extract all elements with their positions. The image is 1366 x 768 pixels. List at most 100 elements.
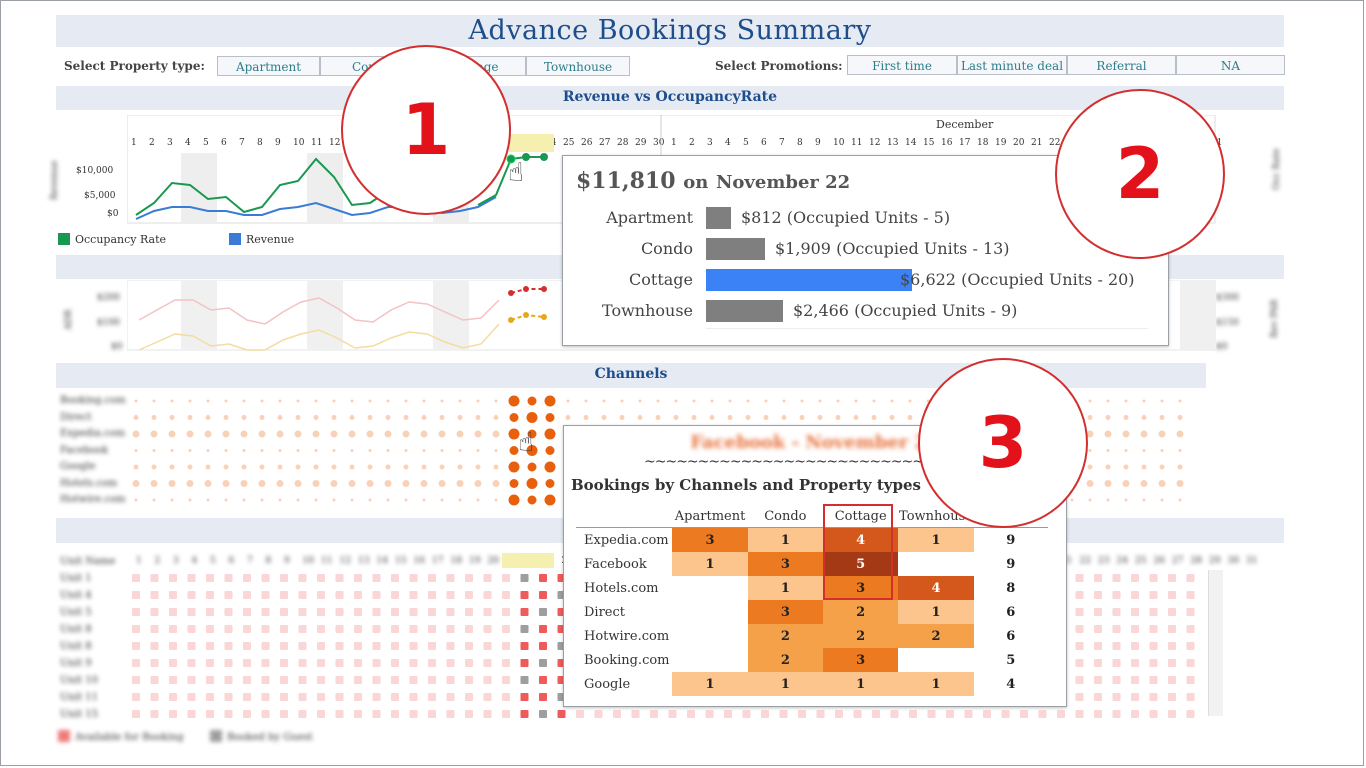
revpar-axis-label: Rev PAR [1270,299,1280,338]
unit-day-cell [1075,676,1084,684]
channel-dot [277,415,283,420]
units-scrollbar[interactable] [1208,570,1223,716]
unit-day-cell [261,608,270,616]
channel-dot [1088,449,1092,452]
channel-dot [332,399,336,403]
tooltip-row-value: $1,909 (Occupied Units - 13) [775,239,1010,258]
channel-dot [1124,449,1128,452]
unit-day-cell [280,591,288,599]
unit-day-cell [169,625,177,633]
channel-dot [242,449,246,452]
unit-day-label: 20 [487,556,499,566]
channel-dot [1088,498,1092,502]
channel-dot [1140,480,1148,487]
property-townhouse-button[interactable]: Townhouse [526,56,630,76]
channel-dot [258,480,266,487]
channel-dot [817,415,823,420]
unit-day-cell [391,676,399,684]
channel-dot [458,449,462,452]
unit-day-cell [298,676,307,684]
unit-day-cell [169,574,177,582]
unit-day-cell [1075,642,1084,650]
unit-day-cell [613,710,621,718]
unit-day-cell [187,642,196,650]
unit-day-cell [224,693,233,701]
unit-day-cell [1186,693,1195,701]
heatmap-row: Hotels.com 1 3 4 8 [576,576,1048,600]
channel-dot [1124,399,1128,403]
promo-last-minute-button[interactable]: Last minute deal [957,55,1067,75]
channel-dot [403,415,409,420]
unit-day-cell [335,659,344,667]
promo-referral-button[interactable]: Referral [1067,55,1176,75]
unit-day-cell [539,591,547,599]
channel-dot [314,498,318,502]
channel-dot [601,415,607,420]
channel-dot [818,399,822,403]
adr-tick-200: $200 [97,293,120,303]
unit-day-label: 1 [136,556,142,566]
unit-day-cell [280,676,288,684]
unit-day-cell [946,710,954,718]
channel-dot [420,430,428,438]
tooltip-revenue-bar [706,300,783,322]
heatmap-cell [672,576,747,600]
unit-day-cell [539,642,547,650]
channel-dot [314,399,318,403]
unit-day-cell [132,676,140,684]
unit-day-cell [243,608,251,616]
channel-dot [133,464,139,470]
unit-day-cell [187,710,196,718]
unit-day-cell [206,625,214,633]
unit-day-cell [372,710,381,718]
heatmap-cell [898,648,973,672]
unit-day-cell [428,693,436,701]
channel-dot [188,449,192,452]
callout-2: 2 [1055,89,1225,259]
channel-dot [313,464,319,470]
unit-day-label: 2 [154,556,161,566]
unit-day-cell [502,591,510,599]
tooltip-row-label: Townhouse [602,301,693,320]
promo-first-time-button[interactable]: First time [847,55,957,75]
unit-day-cell [261,642,270,650]
revpar-tick-0: $0 [1216,342,1228,352]
channel-dot [440,449,444,452]
channel-dot [1104,430,1112,438]
unit-day-cell [483,574,492,582]
unit-day-cell [1149,608,1158,616]
unit-day-cell [650,710,658,718]
unit-day-cell [409,710,418,718]
channel-dot [439,415,445,420]
unit-day-cell [1075,659,1084,667]
unit-day-cell [705,710,714,718]
unit-day-cell [1020,710,1028,718]
channel-name: Booking.com [60,395,126,406]
unit-day-cell [446,591,455,599]
unit-day-cell [465,591,473,599]
channel-dot [728,399,732,403]
unit-day-cell [483,710,492,718]
property-apartment-button[interactable]: Apartment [217,56,320,76]
channel-dot [1087,464,1093,470]
unit-name: Unit 4 [60,590,92,601]
unit-day-cell [206,574,214,582]
channel-dot [493,415,499,420]
unit-day-cell [409,693,418,701]
unit-day-cell [187,591,196,599]
unit-day-cell [483,642,492,650]
unit-selected-days-highlight [502,553,554,568]
channel-dot [151,415,157,420]
channel-dot [509,413,519,422]
unit-day-cell [1075,710,1084,718]
channel-dot [439,464,445,470]
unit-day-label: 13 [358,556,370,566]
channel-dot [691,415,697,420]
channel-dot [294,480,302,487]
unit-day-cell [317,574,325,582]
unit-day-cell [1131,574,1139,582]
channel-dot [295,415,301,420]
unit-day-cell [1131,710,1139,718]
promo-na-button[interactable]: NA [1176,55,1285,75]
channel-dot [368,399,372,403]
